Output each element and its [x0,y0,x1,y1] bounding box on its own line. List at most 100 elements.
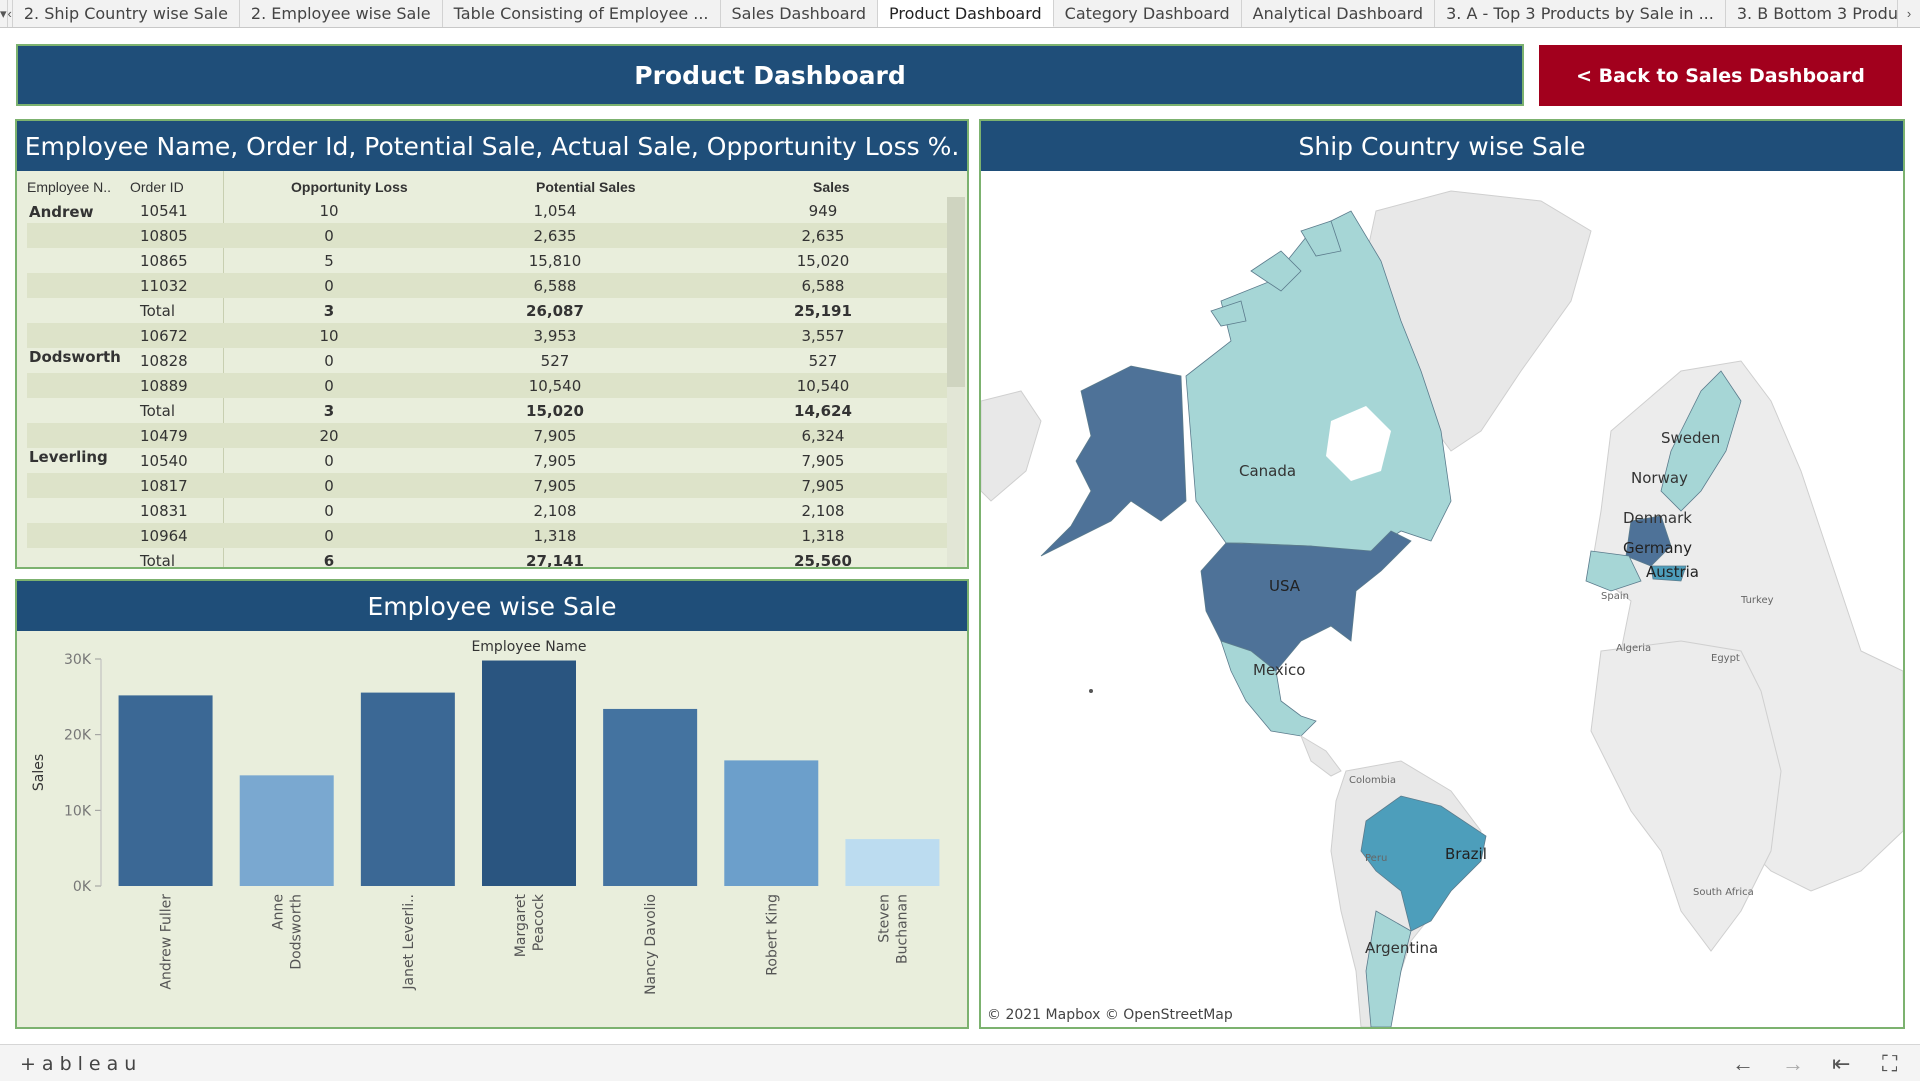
tab-employee-wise-sale[interactable]: 2. Employee wise Sale [240,0,443,27]
cell-loss: 0 [324,277,334,295]
tableau-logo[interactable]: +ableau [20,1053,142,1075]
table-row[interactable]: 10805 0 2,635 2,635 [27,223,957,248]
map-attribution[interactable]: © 2021 Mapbox © OpenStreetMap [987,1007,1233,1023]
table-row[interactable]: 10865 5 15,810 15,020 [27,248,957,273]
total-sales: 25,560 [794,552,852,567]
table-row[interactable]: 10541 10 1,054 949 [27,198,957,223]
total-loss: 6 [323,552,335,567]
label-turkey: Turkey [1740,595,1774,606]
table-row[interactable]: 10964 0 1,318 1,318 [27,523,957,548]
table-panel-title: Employee Name, Order Id, Potential Sale,… [17,121,967,171]
bar-2[interactable] [239,775,334,886]
cell-order: 10865 [140,252,188,270]
cell-potential: 2,108 [533,502,577,520]
table-row[interactable]: 10672 10 3,953 3,557 [27,323,957,348]
map-panel-title: Ship Country wise Sale [981,121,1903,171]
col-header-order-id[interactable]: Order ID [130,179,184,195]
table-row[interactable]: 10828 0 527 527 [27,348,957,373]
cell-potential: 15,810 [528,252,582,270]
cell-sales: 7,905 [801,452,845,470]
table-row[interactable]: 11032 0 6,588 6,588 [27,273,957,298]
table-total-row[interactable]: Total 3 26,087 25,191 [27,298,957,323]
cell-sales: 3,557 [801,327,845,345]
table-total-row[interactable]: Total 6 27,141 25,560 [27,548,957,567]
col-header-sales[interactable]: Sales [813,179,850,195]
x-tick-label: Dodsworth [289,894,305,970]
bar-7[interactable] [845,839,940,886]
undo-icon[interactable]: ← [1732,1051,1754,1077]
cell-order: 10817 [140,477,188,495]
bar-5[interactable] [603,708,698,886]
total-loss: 3 [323,402,335,420]
cell-loss: 10 [319,327,339,345]
cell-order: 11032 [140,277,188,295]
cell-sales: 10,540 [796,377,850,395]
y-tick-label: 10K [64,803,92,819]
cell-loss: 5 [324,252,334,270]
label-brazil: Brazil [1445,845,1487,863]
x-tick-label: Robert King [764,894,780,976]
tab-category-dashboard[interactable]: Category Dashboard [1054,0,1242,27]
cell-sales: 2,108 [801,502,845,520]
table-row[interactable]: 10831 0 2,108 2,108 [27,498,957,523]
bar-3[interactable] [360,692,455,886]
table-row[interactable]: 10817 0 7,905 7,905 [27,473,957,498]
cell-order: 10828 [140,352,188,370]
bar-6[interactable] [724,760,819,886]
tab-employee-table[interactable]: Table Consisting of Employee ... [443,0,721,27]
crosstab[interactable]: Employee N.. Order ID Opportunity Loss P… [17,171,967,567]
fullscreen-icon[interactable]: ⛶ [1882,1051,1897,1077]
x-axis-title: Employee Name [471,639,586,655]
label-peru: Peru [1365,853,1387,864]
tab-top-3-products[interactable]: 3. A - Top 3 Products by Sale in ... [1435,0,1726,27]
label-austria: Austria [1646,563,1699,581]
table-total-row[interactable]: Total 3 15,020 14,624 [27,398,957,423]
label-usa: USA [1269,577,1301,595]
col-header-employee[interactable]: Employee N.. [27,179,111,195]
tab-sales-dashboard[interactable]: Sales Dashboard [721,0,878,27]
cell-sales: 949 [808,202,838,220]
cell-sales: 6,588 [801,277,845,295]
x-tick-label: Margaret [513,893,529,957]
dashboard-title: Product Dashboard [16,44,1524,106]
cell-loss: 0 [324,352,334,370]
total-sales: 14,624 [794,402,852,420]
tab-product-dashboard[interactable]: Product Dashboard [878,0,1054,27]
cell-loss: 20 [319,427,339,445]
x-tick-label: Steven [876,894,892,943]
cell-potential: 7,905 [533,477,577,495]
employee-sales-bar-chart: Employee Name Sales 0K 10K 20K 30K Andrew Full… [31,639,940,995]
tab-bottom-3-products[interactable]: 3. B Bottom 3 Products [1726,0,1920,27]
tab-ship-country[interactable]: 2. Ship Country wise Sale [13,0,240,27]
cell-potential: 6,588 [533,277,577,295]
table-row[interactable]: 10479 20 7,905 6,324 [27,423,957,448]
bar-4[interactable] [482,660,576,886]
tab-menu-dropdown-icon[interactable]: ▾ [0,0,8,27]
employee-wise-sale-panel: Employee wise Sale Employee Name Sales 0K 1… [15,579,969,1029]
label-algeria: Algeria [1616,643,1651,654]
cell-loss: 0 [324,477,334,495]
total-potential: 15,020 [526,402,584,420]
cell-potential: 7,905 [533,452,577,470]
table-row[interactable]: 10889 0 10,540 10,540 [27,373,957,398]
cell-potential: 2,635 [533,227,577,245]
label-germany: Germany [1623,539,1692,557]
tab-scroll-right-icon[interactable]: › [1897,0,1920,27]
col-header-potential-sales[interactable]: Potential Sales [536,179,636,195]
table-header: Employee N.. Order ID Opportunity Loss P… [27,171,957,197]
bar-1[interactable] [118,695,213,886]
table-scrollbar-thumb[interactable] [947,197,965,387]
revert-icon[interactable]: ⇤ [1832,1051,1850,1077]
tab-analytical-dashboard[interactable]: Analytical Dashboard [1242,0,1436,27]
back-to-sales-dashboard-button[interactable]: < Back to Sales Dashboard [1539,45,1902,106]
redo-icon[interactable]: → [1782,1051,1804,1077]
sheet-tab-bar: ▾ ‹ 2. Ship Country wise Sale 2. Employe… [0,0,1920,28]
table-row[interactable]: 10540 0 7,905 7,905 [27,448,957,473]
cell-loss: 0 [324,502,334,520]
cell-order: 10672 [140,327,188,345]
cell-order: 10964 [140,527,188,545]
y-tick-label: 30K [64,652,92,668]
y-tick-label: 0K [73,879,92,895]
ship-country-map[interactable]: Canada USA Mexico Brazil Argentina Colom… [981,171,1903,1027]
col-header-opportunity-loss[interactable]: Opportunity Loss [291,179,408,195]
